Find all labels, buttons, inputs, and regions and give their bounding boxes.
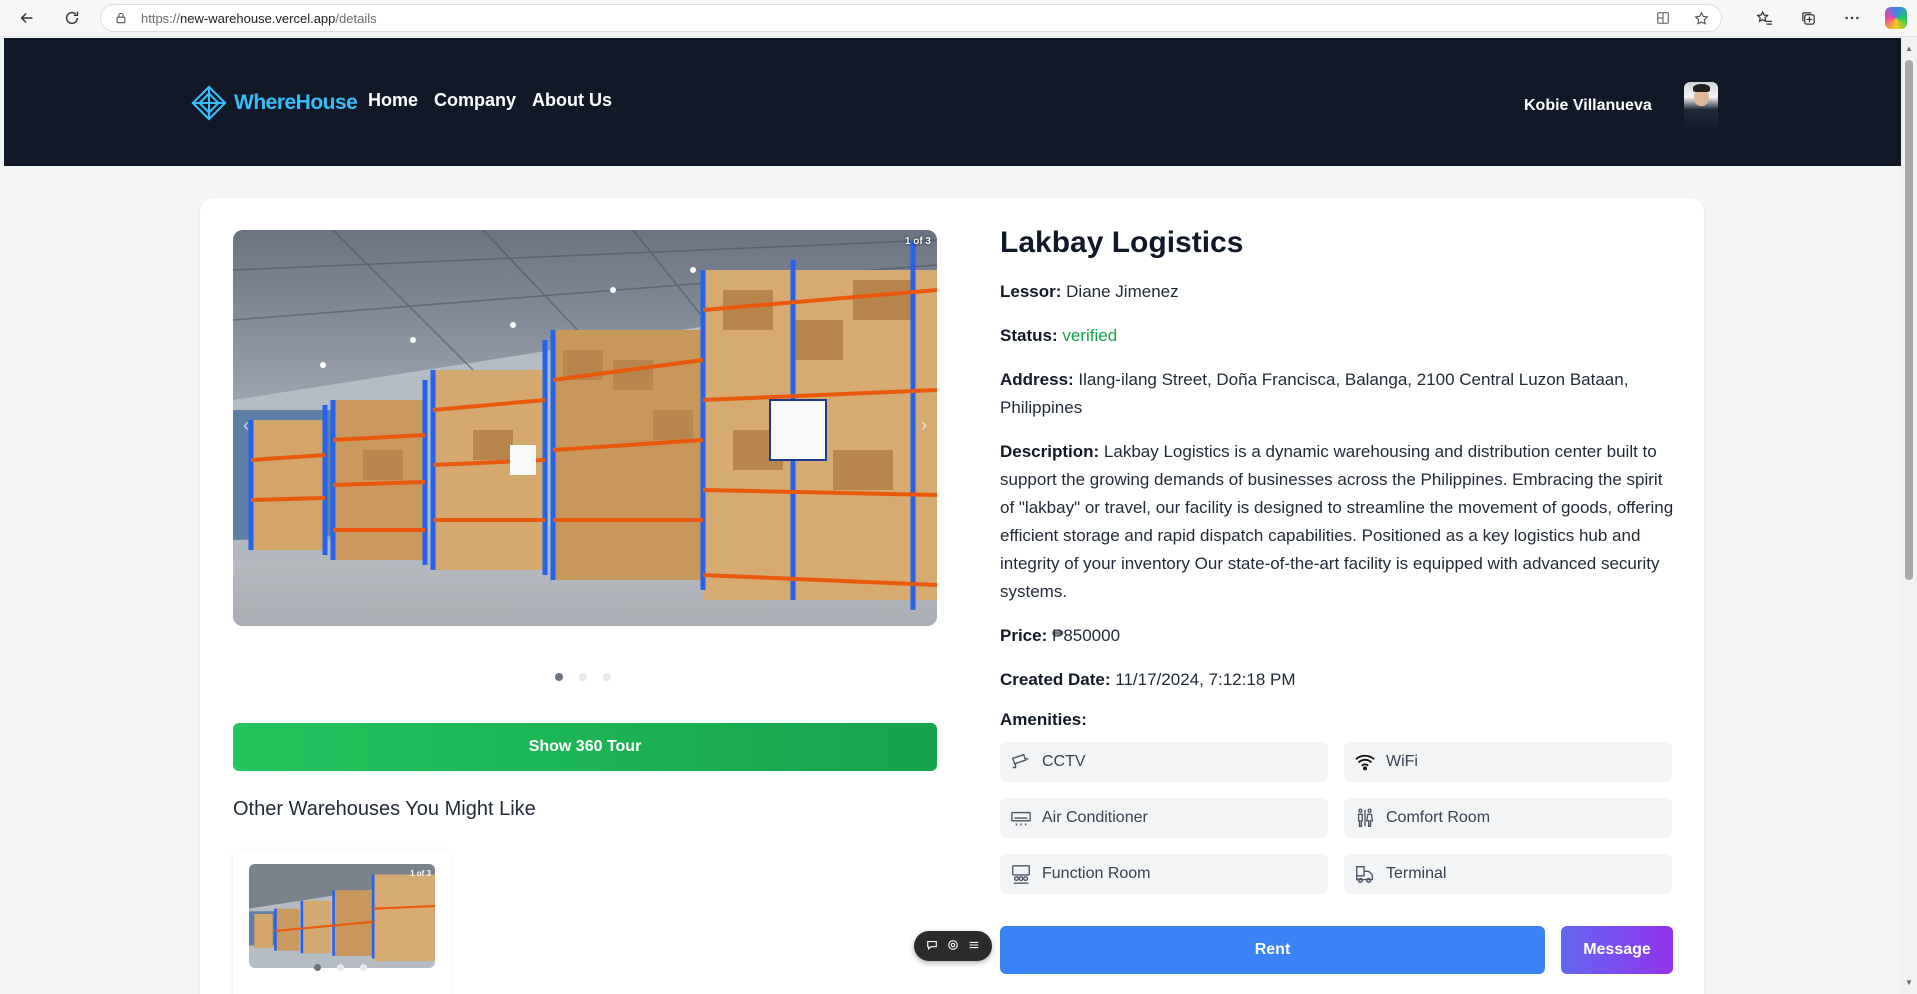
address-field: Address: Ilang-ilang Street, Doña Franci… xyxy=(1000,370,1629,417)
carousel-dot-3[interactable] xyxy=(603,673,611,681)
more-options-icon[interactable] xyxy=(1840,6,1864,30)
air-conditioner-icon xyxy=(1008,806,1034,830)
amenity-terminal: Terminal xyxy=(1344,854,1672,894)
warehouse-details: Lakbay Logistics Lessor: Diane Jimenez S… xyxy=(1000,226,1676,894)
cctv-icon xyxy=(1008,750,1034,774)
scroll-down-icon[interactable]: ▼ xyxy=(1905,978,1913,987)
address-bar[interactable]: https://new-warehouse.vercel.app/details xyxy=(100,4,1722,32)
description-value: Lakbay Logistics is a dynamic warehousin… xyxy=(1000,442,1674,601)
avatar[interactable] xyxy=(1684,82,1718,132)
comment-icon[interactable] xyxy=(926,939,938,954)
lessor-value: Diane Jimenez xyxy=(1066,282,1179,301)
nav-about-us[interactable]: About Us xyxy=(532,90,612,111)
logo-icon xyxy=(191,85,227,121)
logo-text: WhereHouse xyxy=(234,91,358,114)
carousel-dot-2[interactable] xyxy=(579,673,587,681)
split-screen-icon[interactable] xyxy=(1655,10,1671,26)
main-nav: Home Company About Us xyxy=(368,90,612,111)
warehouse-image-carousel[interactable]: 1 of 3 ‹ › xyxy=(233,230,937,626)
prev-slide-icon[interactable]: ‹ xyxy=(243,415,249,436)
site-header: WhereHouse Home Company About Us Kobie V… xyxy=(4,38,1901,166)
warehouse-photo xyxy=(233,230,937,626)
menu-icon[interactable] xyxy=(968,939,980,954)
browser-toolbar: https://new-warehouse.vercel.app/details xyxy=(0,0,1917,37)
carousel-dot-1[interactable] xyxy=(555,673,563,681)
back-icon[interactable] xyxy=(14,5,40,31)
carousel-dots xyxy=(555,673,611,681)
url-text: https://new-warehouse.vercel.app/details xyxy=(141,10,377,26)
recommended-dot-2[interactable] xyxy=(337,964,344,971)
user-name[interactable]: Kobie Villanueva xyxy=(1524,97,1652,115)
scrollbar[interactable]: ▲ ▼ xyxy=(1901,38,1917,994)
recommended-dot-3[interactable] xyxy=(360,964,367,971)
warehouse-title: Lakbay Logistics xyxy=(1000,226,1244,259)
status-field: Status: verified xyxy=(1000,326,1118,345)
logo[interactable]: WhereHouse xyxy=(190,84,358,122)
rent-button[interactable]: Rent xyxy=(1000,926,1545,974)
status-badge: verified xyxy=(1062,326,1118,345)
scroll-thumb[interactable] xyxy=(1905,60,1913,580)
terminal-icon xyxy=(1352,862,1378,886)
amenity-comfort-room: Comfort Room xyxy=(1344,798,1672,838)
created-date-field: Created Date: 11/17/2024, 7:12:18 PM xyxy=(1000,670,1296,689)
show-360-tour-button[interactable]: Show 360 Tour xyxy=(233,723,937,771)
nav-company[interactable]: Company xyxy=(434,90,516,111)
amenity-function-room: Function Room xyxy=(1000,854,1328,894)
price-field: Price: ₱850000 xyxy=(1000,626,1121,645)
address-value: Ilang-ilang Street, Doña Francisca, Bala… xyxy=(1000,370,1629,417)
amenities-label: Amenities: xyxy=(1000,710,1087,729)
collections-icon[interactable] xyxy=(1796,6,1820,30)
favorite-star-icon[interactable] xyxy=(1693,10,1709,26)
amenity-cctv: CCTV xyxy=(1000,742,1328,782)
recommended-carousel-dots xyxy=(314,964,367,971)
recommended-warehouse-image[interactable]: 1 of 3 xyxy=(249,864,435,968)
function-room-icon xyxy=(1008,862,1034,886)
recommended-warehouse-photo xyxy=(249,864,435,968)
floating-toolbar xyxy=(914,931,992,961)
nav-home[interactable]: Home xyxy=(368,90,418,111)
lessor-field: Lessor: Diane Jimenez xyxy=(1000,282,1179,301)
price-value: ₱850000 xyxy=(1051,626,1121,645)
amenity-wifi: WiFi xyxy=(1344,742,1672,782)
scroll-up-icon[interactable]: ▲ xyxy=(1905,44,1913,53)
slide-counter: 1 of 3 xyxy=(904,236,931,247)
other-warehouses-title: Other Warehouses You Might Like xyxy=(233,798,536,820)
created-date-value: 11/17/2024, 7:12:18 PM xyxy=(1115,670,1296,689)
amenity-air-conditioner: Air Conditioner xyxy=(1000,798,1328,838)
copilot-icon[interactable] xyxy=(1884,6,1908,30)
recommended-dot-1[interactable] xyxy=(314,964,321,971)
next-slide-icon[interactable]: › xyxy=(921,415,927,436)
wifi-icon xyxy=(1352,750,1378,774)
reload-icon[interactable] xyxy=(59,5,85,31)
recommended-slide-counter: 1 of 3 xyxy=(410,869,431,878)
description-field: Description: Lakbay Logistics is a dynam… xyxy=(1000,442,1674,601)
amenities-grid: CCTV WiFi Air Conditioner Comfort Room F… xyxy=(1000,742,1676,894)
toggle-view-icon[interactable] xyxy=(947,939,959,954)
message-button[interactable]: Message xyxy=(1561,926,1673,974)
lock-icon xyxy=(115,11,129,25)
favorites-icon[interactable] xyxy=(1752,6,1776,30)
comfort-room-icon xyxy=(1352,806,1378,830)
